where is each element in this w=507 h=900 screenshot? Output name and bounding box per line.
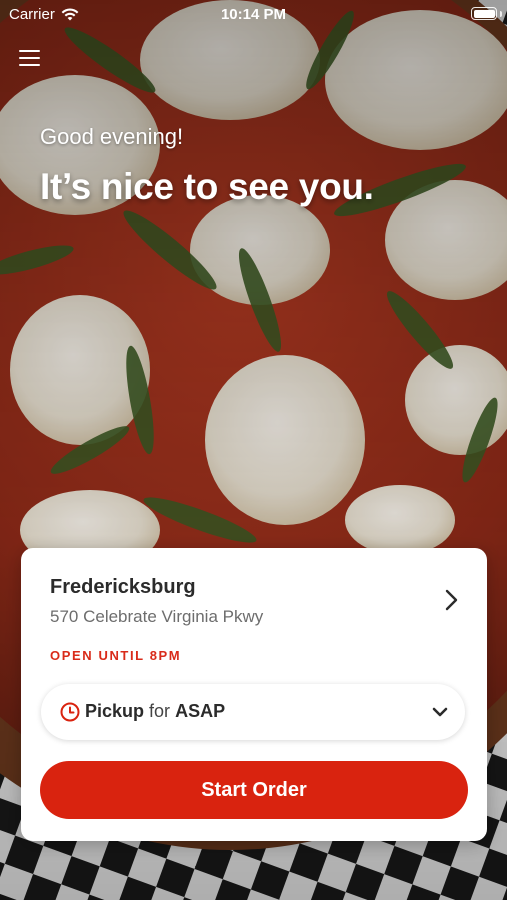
store-address: 570 Celebrate Virginia Pkwy <box>50 607 264 626</box>
start-order-button[interactable]: Start Order <box>40 761 468 819</box>
order-time: ASAP <box>175 701 226 721</box>
store-card: Fredericksburg 570 Celebrate Virginia Pk… <box>21 548 487 841</box>
clock-icon <box>60 702 80 722</box>
welcome-headline: It’s nice to see you. <box>40 166 374 207</box>
order-connector: for <box>149 701 171 721</box>
app-screen: Carrier 10:14 PM Good evening! It’s nice… <box>0 0 507 900</box>
battery-icon <box>471 7 497 20</box>
store-hours-status: OPEN UNTIL 8PM <box>50 648 182 663</box>
chevron-down-icon <box>432 707 448 717</box>
status-bar: Carrier 10:14 PM <box>0 0 507 30</box>
pickup-time-dropdown[interactable]: Pickup for ASAP <box>41 684 465 740</box>
pickup-summary: Pickup for ASAP <box>85 701 225 722</box>
greeting-text: Good evening! <box>40 124 184 149</box>
battery-level <box>473 9 495 18</box>
order-method: Pickup <box>85 701 145 721</box>
store-name[interactable]: Fredericksburg <box>50 576 196 599</box>
chevron-right-icon[interactable] <box>443 588 461 612</box>
status-time: 10:14 PM <box>220 6 287 23</box>
hamburger-menu-icon[interactable] <box>19 47 41 69</box>
